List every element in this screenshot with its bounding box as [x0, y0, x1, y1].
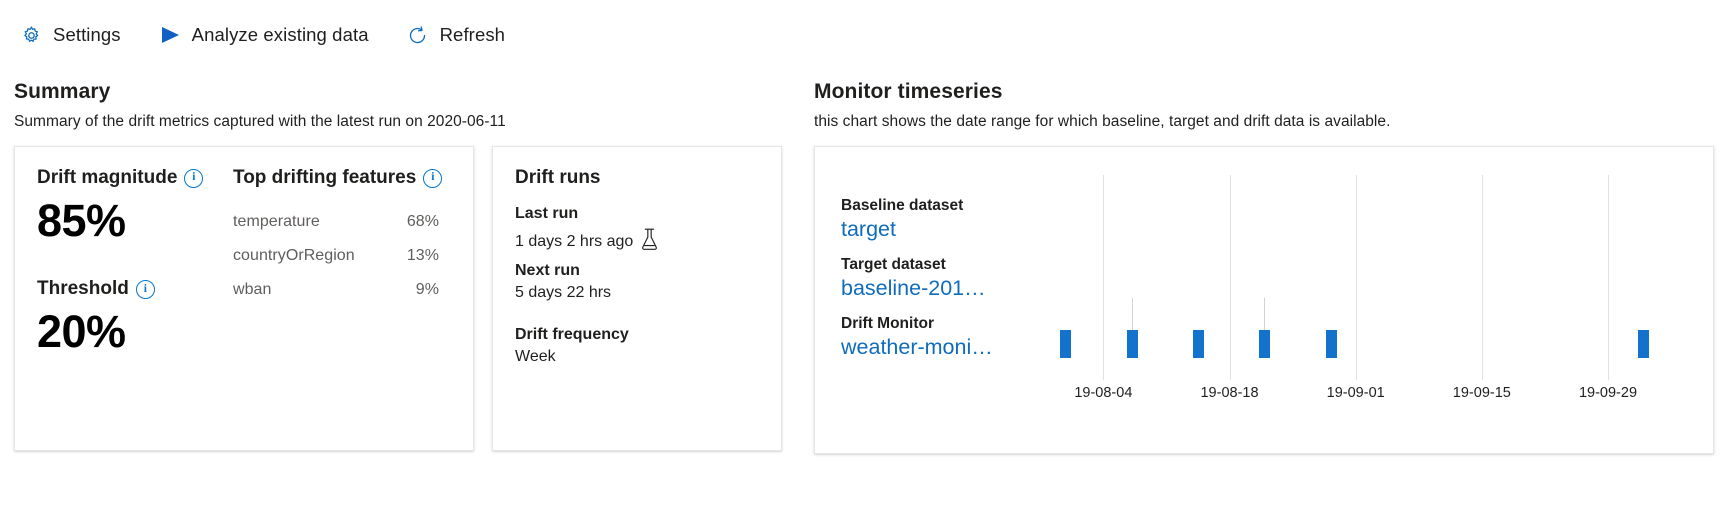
chart-bar[interactable] — [1637, 330, 1649, 358]
feature-percentage: 13% — [406, 247, 439, 264]
chart-bar-stem — [1131, 298, 1133, 330]
drift-magnitude-info-icon[interactable]: i — [184, 168, 204, 188]
drift-summary-card: Drift magnitude i 85% Threshold i 20% To… — [14, 146, 474, 451]
play-triangle-icon — [159, 24, 181, 46]
feature-percentage: 68% — [406, 213, 439, 230]
x-axis-tick-label: 19-09-29 — [1578, 385, 1638, 401]
drift-monitor-label: Drift Monitor — [841, 315, 934, 332]
summary-title: Summary — [14, 80, 111, 103]
analyze-existing-data-button-label: Analyze existing data — [191, 24, 369, 45]
feature-percentage: 9% — [415, 281, 439, 298]
x-axis-tick-label: 19-08-04 — [1074, 385, 1133, 401]
drift-runs-title: Drift runs — [515, 167, 601, 188]
threshold-label: Threshold — [37, 278, 129, 300]
drift-magnitude-header: Drift magnitude i — [37, 167, 233, 189]
command-bar: Settings Analyze existing data Refresh — [0, 0, 1735, 58]
last-run-label: Last run — [515, 205, 579, 222]
feature-name: temperature — [233, 213, 320, 230]
timeseries-body: Baseline dataset target Target dataset b… — [841, 167, 1691, 405]
list-item: countryOrRegion 13% — [233, 239, 451, 273]
baseline-dataset-link[interactable]: target — [841, 217, 1017, 242]
refresh-button-label: Refresh — [439, 24, 506, 45]
refresh-icon — [407, 24, 429, 46]
threshold-block: Threshold i 20% — [37, 278, 233, 358]
last-run-value: 1 days 2 hrs ago — [515, 232, 634, 250]
chart-gridline — [1229, 175, 1231, 380]
top-drifting-features-label: Top drifting features — [233, 167, 417, 188]
timeseries-chart[interactable]: 19-08-04 19-08-18 19-09-01 19-09-15 19-09-29 — [1027, 175, 1691, 405]
settings-button-label: Settings — [53, 24, 121, 45]
summary-section: Summary Summary of the drift metrics cap… — [0, 80, 800, 454]
chart-bar[interactable] — [1259, 330, 1271, 358]
threshold-info-icon[interactable]: i — [135, 279, 155, 299]
monitor-timeseries-title: Monitor timeseries — [814, 80, 1003, 103]
settings-button[interactable]: Settings — [18, 21, 123, 49]
analyze-existing-data-button[interactable]: Analyze existing data — [157, 21, 371, 49]
list-item: wban 9% — [233, 273, 451, 307]
next-run-label: Next run — [515, 262, 580, 279]
feature-name: wban — [233, 281, 272, 298]
x-axis-tick-label: 19-09-01 — [1326, 385, 1385, 401]
drift-frequency-value: Week — [515, 348, 556, 365]
drift-monitor-link[interactable]: weather-moni… — [841, 335, 1017, 360]
last-run-value-row: 1 days 2 hrs ago — [515, 227, 759, 256]
drift-magnitude-block: Drift magnitude i 85% — [37, 167, 233, 244]
chart-bar[interactable] — [1060, 330, 1072, 358]
drift-runs-card: Drift runs Last run 1 days 2 hrs ago Nex… — [492, 146, 782, 451]
refresh-button[interactable]: Refresh — [405, 21, 507, 49]
monitor-timeseries-card: Baseline dataset target Target dataset b… — [814, 146, 1714, 454]
top-drifting-features-column: Top drifting features i temperature 68% … — [233, 167, 451, 356]
experiment-flask-icon[interactable] — [640, 227, 659, 256]
top-drifting-features-header: Top drifting features i — [233, 167, 451, 189]
chart-gridline — [1481, 175, 1483, 380]
baseline-dataset-label: Baseline dataset — [841, 197, 964, 214]
summary-cards-row: Drift magnitude i 85% Threshold i 20% To… — [14, 146, 800, 451]
drift-frequency-label: Drift frequency — [515, 326, 629, 343]
threshold-value: 20% — [37, 306, 126, 358]
threshold-header: Threshold i — [37, 278, 233, 300]
feature-name: countryOrRegion — [233, 247, 355, 264]
chart-gridline — [1355, 175, 1357, 380]
chart-bar[interactable] — [1325, 330, 1337, 358]
drift-magnitude-value: 85% — [37, 195, 126, 246]
monitor-timeseries-section: Monitor timeseries this chart shows the … — [800, 80, 1720, 454]
x-axis-tick-label: 19-08-18 — [1200, 385, 1259, 401]
content-area: Summary Summary of the drift metrics cap… — [0, 58, 1735, 454]
chart-bar[interactable] — [1193, 330, 1204, 358]
chart-gridline — [1103, 175, 1105, 380]
chart-bar-stem — [1264, 298, 1266, 330]
next-run-value: 5 days 22 hrs — [515, 284, 612, 301]
top-drifting-features-info-icon[interactable]: i — [423, 168, 443, 188]
x-axis-tick-label: 19-09-15 — [1452, 385, 1511, 401]
chart-gridline — [1608, 175, 1609, 380]
monitor-timeseries-subtitle: this chart shows the date range for whic… — [814, 113, 1391, 130]
target-dataset-link[interactable]: baseline-201… — [841, 276, 1017, 301]
list-item: temperature 68% — [233, 205, 451, 239]
drift-magnitude-label: Drift magnitude — [37, 167, 178, 188]
summary-subtitle: Summary of the drift metrics captured wi… — [14, 113, 506, 130]
top-drifting-features-list: temperature 68% countryOrRegion 13% wban… — [233, 205, 451, 307]
timeseries-row-labels: Baseline dataset target Target dataset b… — [841, 175, 1027, 405]
summary-metrics-column: Drift magnitude i 85% Threshold i 20% — [37, 167, 233, 356]
summary-grid: Drift magnitude i 85% Threshold i 20% To… — [37, 167, 451, 356]
target-dataset-label: Target dataset — [841, 256, 946, 273]
gear-icon — [20, 24, 42, 46]
chart-bar[interactable] — [1126, 330, 1138, 358]
